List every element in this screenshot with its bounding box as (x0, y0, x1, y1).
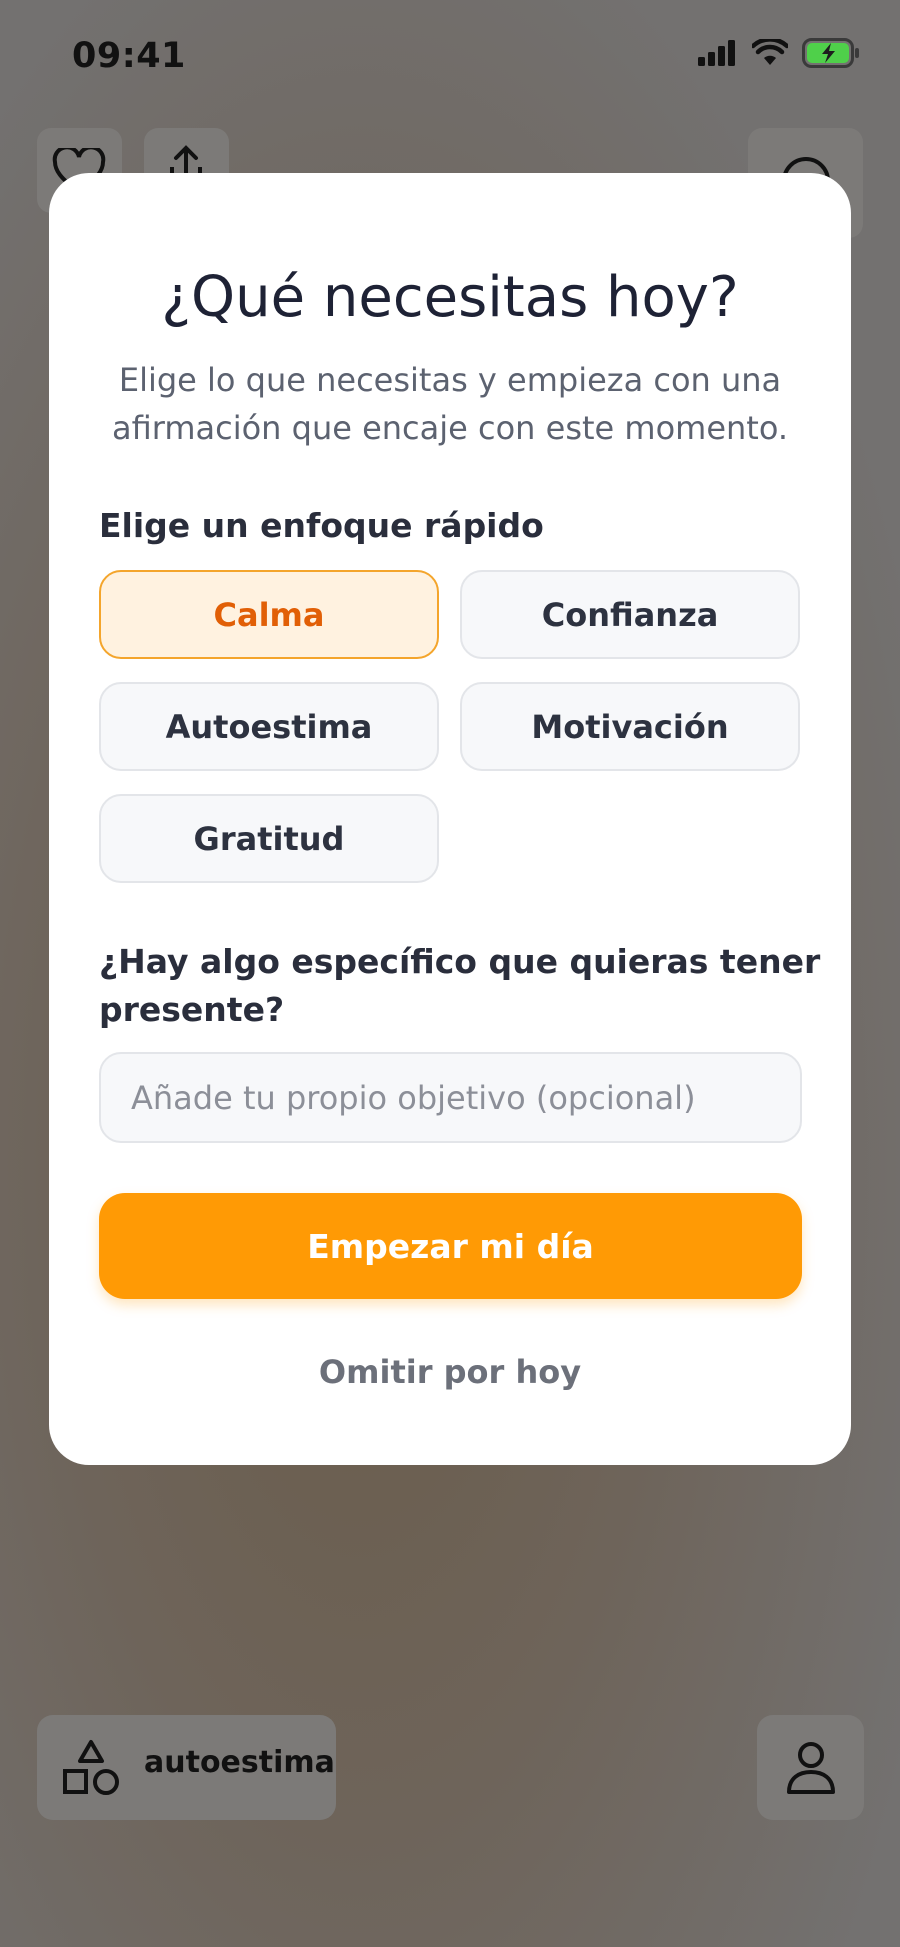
wifi-icon (752, 39, 788, 65)
modal-title: ¿Qué necesitas hoy? (161, 265, 739, 330)
goal-input[interactable] (99, 1052, 802, 1143)
skip-today-link[interactable]: Omitir por hoy (49, 1353, 851, 1391)
chip-calma[interactable]: Calma (99, 570, 439, 659)
specific-goal-label: ¿Hay algo específico que quieras tener p… (99, 938, 820, 1034)
start-day-button[interactable]: Empezar mi día (99, 1193, 802, 1299)
shapes-icon (63, 1740, 119, 1795)
chip-gratitud[interactable]: Gratitud (99, 794, 439, 883)
category-label: autoestima (144, 1745, 335, 1780)
focus-modal: ¿Qué necesitas hoy? Elige lo que necesit… (49, 173, 851, 1465)
status-icons (698, 38, 860, 68)
category-button[interactable]: autoestima (37, 1715, 336, 1820)
status-bar: 09:41 (0, 0, 900, 110)
specific-goal-label-line-2: presente? (99, 990, 285, 1029)
chip-confianza[interactable]: Confianza (460, 570, 800, 659)
focus-section-label: Elige un enfoque rápido (99, 506, 544, 545)
person-icon (787, 1742, 835, 1794)
specific-goal-label-line-1: ¿Hay algo específico que quieras tener (99, 942, 821, 981)
chip-motivacion[interactable]: Motivación (460, 682, 800, 771)
modal-subtitle: Elige lo que necesitas y empieza con una… (109, 356, 791, 452)
profile-button[interactable] (757, 1715, 864, 1820)
cellular-signal-icon (698, 40, 735, 66)
subtitle-line-2: afirmación que encaje con este momento. (111, 409, 789, 447)
chip-autoestima[interactable]: Autoestima (99, 682, 439, 771)
subtitle-line-1: Elige lo que necesitas y empieza con una (118, 361, 782, 399)
battery-charging-icon (802, 38, 859, 68)
clock: 09:41 (72, 36, 186, 76)
